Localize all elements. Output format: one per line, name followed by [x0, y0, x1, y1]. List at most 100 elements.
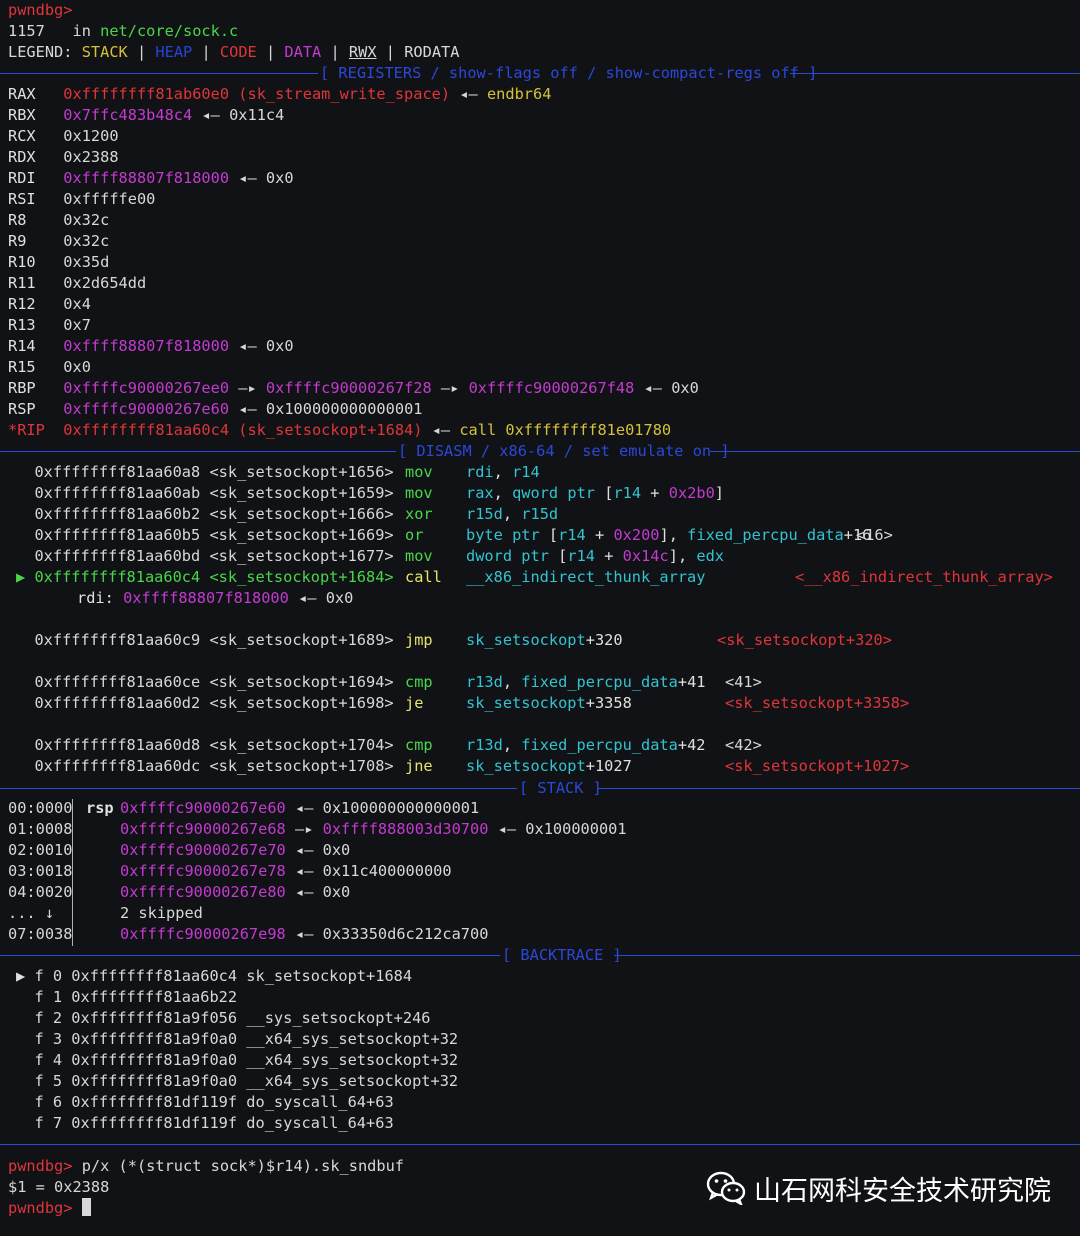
operand-token	[540, 526, 549, 544]
current-instruction-marker: ▶	[16, 568, 26, 586]
disasm-row: 0xffffffff81aa60d8 <sk_setsockopt+1704> c…	[16, 735, 761, 756]
stack-deref: 0x0	[322, 841, 351, 859]
arrow-left: ◂—	[201, 106, 220, 124]
branch-target: <__x86_indirect_thunk_array>	[795, 568, 1053, 586]
operand-token: 0x2b0	[668, 484, 715, 502]
operand-token	[613, 547, 622, 565]
register-value: 0x4	[63, 295, 91, 313]
register-row: R13 0x7	[8, 315, 91, 336]
operand-token	[586, 526, 595, 544]
operand-token: sk_setsockopt	[466, 631, 586, 649]
backtrace-header: [ BACKTRACE ]	[0, 945, 1080, 966]
instr-mnemonic: cmp	[405, 673, 433, 691]
instr-address: 0xffffffff81aa60b2	[34, 505, 201, 523]
instr-symbol: <sk_setsockopt+1677>	[209, 547, 394, 565]
frame-address: 0xffffffff81aa6b22	[71, 988, 238, 1006]
arrow-left: ◂—	[643, 379, 662, 397]
operand-token: +	[585, 694, 595, 712]
operand-token	[558, 484, 567, 502]
register-row: RSP 0xffffc90000267e60 ◂— 0x100000000000…	[8, 399, 422, 420]
disasm-row: 0xffffffff81aa60d2 <sk_setsockopt+1698> j…	[16, 693, 909, 714]
register-deref: 0x100000000000001	[265, 400, 423, 418]
branch-target: <sk_setsockopt+320>	[717, 631, 892, 649]
stack-header: [ STACK ]	[0, 778, 1080, 799]
register-name: R8	[8, 211, 27, 229]
command-text: p/x (*(struct sock*)$r14).sk_sndbuf	[81, 1157, 405, 1175]
register-value: 0xffffc90000267e60	[63, 400, 230, 418]
operand-token: dword	[466, 547, 513, 565]
command-line[interactable]: pwndbg> p/x (*(struct sock*)$r14).sk_snd…	[8, 1156, 404, 1177]
backtrace-frame: f 6 0xffffffff81df119f do_syscall_64+63	[16, 1092, 393, 1113]
stack-row: 02:0010 0xffffc90000267e70 ◂— 0x0	[8, 840, 350, 861]
disasm-arg-row: rdi: 0xffff88807f818000 ◂— 0x0	[77, 588, 353, 609]
register-row: RDX 0x2388	[8, 147, 119, 168]
current-frame-marker: ▶	[16, 967, 26, 985]
instr-address: 0xffffffff81aa60bd	[34, 547, 201, 565]
operand-token: 320	[594, 631, 623, 649]
stack-address: 0xffffc90000267e78	[120, 862, 286, 880]
stack-deref: 0x33350d6c212ca700	[322, 925, 489, 943]
operand-token: ]	[659, 526, 669, 544]
stack-deref: 0x100000001	[525, 820, 627, 838]
frame-address: 0xffffffff81df119f	[71, 1114, 238, 1132]
operand-token	[549, 547, 558, 565]
disasm-header-text: [ DISASM / x86-64 / set emulate on ]	[398, 442, 730, 460]
operand-token	[503, 463, 512, 481]
operand-token	[595, 547, 604, 565]
register-name: R12	[8, 295, 36, 313]
backtrace-frame: f 3 0xffffffff81a9f0a0 __x64_sys_setsock…	[16, 1029, 458, 1050]
watermark: 山石网科安全技术研究院	[706, 1168, 1051, 1208]
register-deref: 0x11c4	[229, 106, 285, 124]
prompt: pwndbg>	[8, 1, 73, 19]
legend-line: LEGEND: STACK | HEAP | CODE | DATA | RWX…	[8, 42, 459, 63]
legend-heap: HEAP	[155, 43, 193, 61]
operand-token	[512, 736, 521, 754]
frame-number: f 0	[34, 967, 63, 985]
register-name: RBX	[8, 106, 36, 124]
branch-target: <sk_setsockopt+3358>	[725, 694, 910, 712]
operand-token: r15d	[521, 505, 559, 523]
instr-operands: sk_setsockopt+3358	[466, 693, 632, 714]
arrow-left: ◂—	[295, 883, 314, 901]
legend-sep: |	[330, 43, 340, 61]
frame-symbol: __x64_sys_setsockopt+32	[246, 1051, 459, 1069]
branch-target: <41>	[725, 673, 762, 691]
register-chain-value: 0xffffc90000267f28	[265, 379, 432, 397]
stack-register: rsp	[86, 799, 114, 817]
arrow-left: ◂—	[459, 85, 478, 103]
instr-symbol: <sk_setsockopt+1694>	[209, 673, 394, 691]
operand-token: qword	[512, 484, 559, 502]
stack-header-text: [ STACK ]	[519, 779, 602, 797]
input-prompt-line[interactable]: pwndbg>	[8, 1198, 91, 1219]
prompt-line-top: pwndbg>	[8, 0, 72, 21]
operand-token: +	[677, 736, 688, 754]
instr-symbol: <sk_setsockopt+1708>	[209, 757, 394, 775]
register-name: R14	[8, 337, 36, 355]
registers-header: [ REGISTERS / show-flags off / show-comp…	[0, 63, 1080, 84]
disasm-row-current: ▶ 0xffffffff81aa60c4 <sk_setsockopt+1684…	[16, 567, 1053, 588]
stack-row: 07:0038 0xffffc90000267e98 ◂— 0x33350d6c2…	[8, 924, 488, 945]
register-name: RCX	[8, 127, 36, 145]
instr-symbol: <sk_setsockopt+1684>	[209, 568, 394, 586]
operand-token: fixed_percpu_data	[521, 736, 678, 754]
register-value: 0x32c	[63, 211, 110, 229]
operand-token: +	[595, 526, 605, 544]
register-row: *RIP 0xffffffff81aa60c4 (sk_setsockopt+1…	[8, 420, 671, 441]
operand-token: r13d	[466, 673, 503, 691]
register-name: RSI	[8, 190, 36, 208]
operand-token: 0x200	[613, 526, 660, 544]
stack-address: 0xffffc90000267e70	[120, 841, 286, 859]
register-name: RDI	[8, 169, 36, 187]
instr-mnemonic: cmp	[405, 736, 433, 754]
stack-entry: 0xffffc90000267e80 ◂— 0x0	[120, 882, 350, 903]
operand-token	[503, 484, 512, 502]
stack-offset: ... ↓	[8, 904, 55, 922]
instr-mnemonic: jmp	[405, 631, 433, 649]
frame-number: f 7	[34, 1114, 63, 1132]
operand-token	[512, 673, 521, 691]
stack-row: 04:0020 0xffffc90000267e80 ◂— 0x0	[8, 882, 350, 903]
operand-token	[687, 547, 696, 565]
source-location-line: 1157 in net/core/sock.c	[8, 21, 238, 42]
operand-token	[512, 505, 521, 523]
disasm-row: 0xffffffff81aa60b2 <sk_setsockopt+1666> x…	[16, 504, 558, 525]
